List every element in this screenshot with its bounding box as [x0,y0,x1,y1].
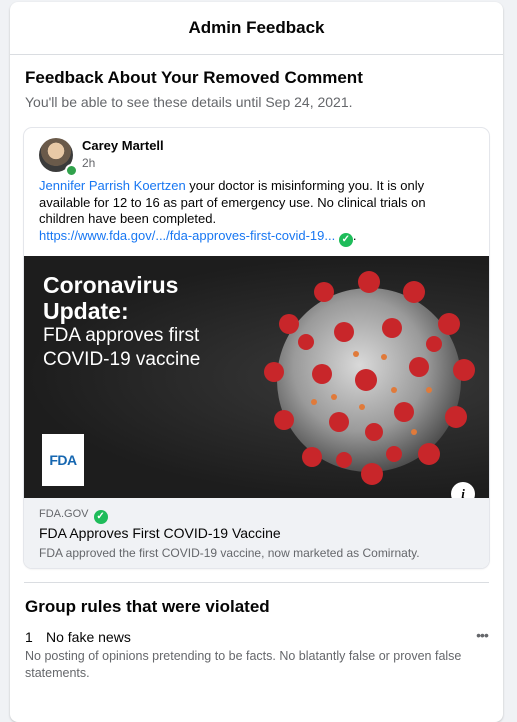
hero-subtitle: FDA approves first COVID-19 vaccine [43,324,200,372]
online-status-icon [65,164,78,177]
link-preview-description: FDA approved the first COVID-19 vaccine,… [39,546,420,560]
rule-description: No posting of opinions pretending to be … [25,649,462,680]
rule-name: No fake news [46,629,131,645]
comment-url-link[interactable]: https://www.fda.gov/.../fda-approves-fir… [39,228,335,243]
hero-title-line: Update: [43,298,129,324]
coronavirus-illustration [264,271,475,485]
more-options-button[interactable]: ••• [472,627,492,643]
comment-time[interactable]: 2h [82,156,95,170]
link-preview[interactable]: FDA.GOV ✓ FDA Approves First COVID-19 Va… [24,498,489,568]
section-subtitle: You'll be able to see these details unti… [25,94,353,110]
mention-link[interactable]: Jennifer Parrish Koertzen [39,178,186,193]
link-preview-image[interactable]: Coronavirus Update: FDA approves first C… [24,256,489,498]
admin-feedback-panel: Admin Feedback Feedback About Your Remov… [10,2,503,722]
divider [24,582,489,583]
hero-title-line: Coronavirus [43,272,179,298]
rules-title: Group rules that were violated [25,597,270,616]
hero-subtitle-line: FDA approves first [43,325,200,346]
rule-number: 1 [25,629,33,645]
link-preview-title[interactable]: FDA Approves First COVID-19 Vaccine [39,525,281,541]
comment-link-row: https://www.fda.gov/.../fda-approves-fir… [39,228,459,247]
fda-logo-text: FDA [49,452,77,468]
comment-author[interactable]: Carey Martell [82,138,164,153]
panel-title: Admin Feedback [188,18,325,37]
link-preview-domain-row: FDA.GOV ✓ [39,508,108,524]
comment-body: Jennifer Parrish Koertzen your doctor is… [39,178,459,247]
removed-comment-card: Carey Martell 2h Jennifer Parrish Koertz… [24,128,489,568]
hero-title: Coronavirus Update: [43,272,178,324]
comment-link-suffix: . [352,227,357,243]
panel-header: Admin Feedback [10,2,503,55]
check-circle-icon: ✓ [338,232,353,247]
check-circle-icon: ✓ [93,510,108,524]
hero-subtitle-line: COVID-19 vaccine [43,349,201,370]
section-title: Feedback About Your Removed Comment [25,68,363,87]
fda-logo: FDA [42,434,84,486]
link-preview-domain: FDA.GOV [39,508,89,520]
